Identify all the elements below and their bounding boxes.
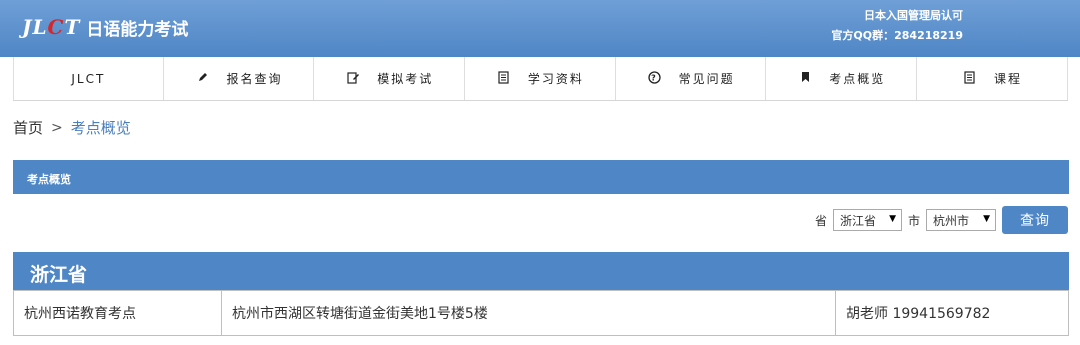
city-label: 市 <box>907 213 920 228</box>
nav-item-registration-query[interactable]: 报名查询 <box>164 57 315 100</box>
province-heading-text: 浙江省 <box>30 264 88 286</box>
header-info: 日本入国管理局认可 官方QQ群：284218219 <box>831 6 963 46</box>
dropdown-arrow-icon: ▼ <box>983 214 990 224</box>
nav-item-courses[interactable]: 课程 <box>917 57 1068 100</box>
city-select-value: 杭州市 <box>933 213 970 228</box>
certification-text: 日本入国管理局认可 <box>864 9 963 22</box>
nav-item-label: 课程 <box>993 72 1022 86</box>
site-name-cell: 杭州西诺教育考点 <box>13 290 222 336</box>
main-nav: JLCT 报名查询 模拟考试 学习资料 ? 常见问题 考点概览 课程 <box>13 57 1068 101</box>
document-icon <box>962 70 978 87</box>
breadcrumb-current: 考点概览 <box>70 119 131 137</box>
logo-mark: JLCT <box>22 15 81 39</box>
top-header: JLCT 日语能力考试 日本入国管理局认可 官方QQ群：284218219 <box>0 0 1080 57</box>
province-heading: 浙江省 <box>13 252 1069 290</box>
nav-item-exam-sites[interactable]: 考点概览 <box>766 57 918 100</box>
city-select[interactable]: 杭州市 ▼ <box>926 209 996 231</box>
query-button[interactable]: 查询 <box>1002 206 1068 234</box>
breadcrumb-home[interactable]: 首页 <box>13 117 43 138</box>
nav-item-faq[interactable]: ? 常见问题 <box>616 57 767 100</box>
province-select-value: 浙江省 <box>839 213 876 228</box>
province-label: 省 <box>814 213 827 228</box>
breadcrumb-separator: > <box>51 119 63 136</box>
site-contact-cell: 胡老师 19941569782 <box>835 290 1069 336</box>
site-filter: 省 浙江省 ▼ 市 杭州市 ▼ 查询 <box>809 206 1068 234</box>
province-select[interactable]: 浙江省 ▼ <box>832 209 902 231</box>
nav-item-jlct[interactable]: JLCT <box>13 57 164 100</box>
document-icon <box>496 70 512 87</box>
table-row: 杭州西诺教育考点 杭州市西湖区转塘街道金街美地1号楼5楼 胡老师 1994156… <box>13 290 1069 336</box>
nav-item-label: 学习资料 <box>527 72 584 86</box>
nav-item-label: 常见问题 <box>678 72 735 86</box>
pencil-icon <box>195 71 211 86</box>
dropdown-arrow-icon: ▼ <box>889 214 896 224</box>
question-circle-icon: ? <box>647 70 663 87</box>
qq-group-text: 官方QQ群：284218219 <box>831 29 963 42</box>
breadcrumb: 首页 > 考点概览 <box>13 117 131 138</box>
nav-item-label: 报名查询 <box>226 72 283 86</box>
exam-site-table: 杭州西诺教育考点 杭州市西湖区转塘街道金街美地1号楼5楼 胡老师 1994156… <box>13 290 1069 336</box>
nav-item-label: 考点概览 <box>829 72 886 86</box>
edit-icon <box>345 71 361 87</box>
section-title-bar: 考点概览 <box>13 160 1069 194</box>
nav-item-label: JLCT <box>71 71 106 86</box>
bookmark-icon <box>797 71 813 86</box>
site-address-cell: 杭州市西湖区转塘街道金街美地1号楼5楼 <box>221 290 836 336</box>
logo[interactable]: JLCT 日语能力考试 <box>22 13 188 41</box>
logo-text: 日语能力考试 <box>86 19 189 40</box>
nav-item-mock-exam[interactable]: 模拟考试 <box>314 57 466 100</box>
nav-item-study-materials[interactable]: 学习资料 <box>465 57 616 100</box>
section-title: 考点概览 <box>27 173 71 186</box>
nav-item-label: 模拟考试 <box>377 72 434 86</box>
svg-text:?: ? <box>651 73 658 82</box>
